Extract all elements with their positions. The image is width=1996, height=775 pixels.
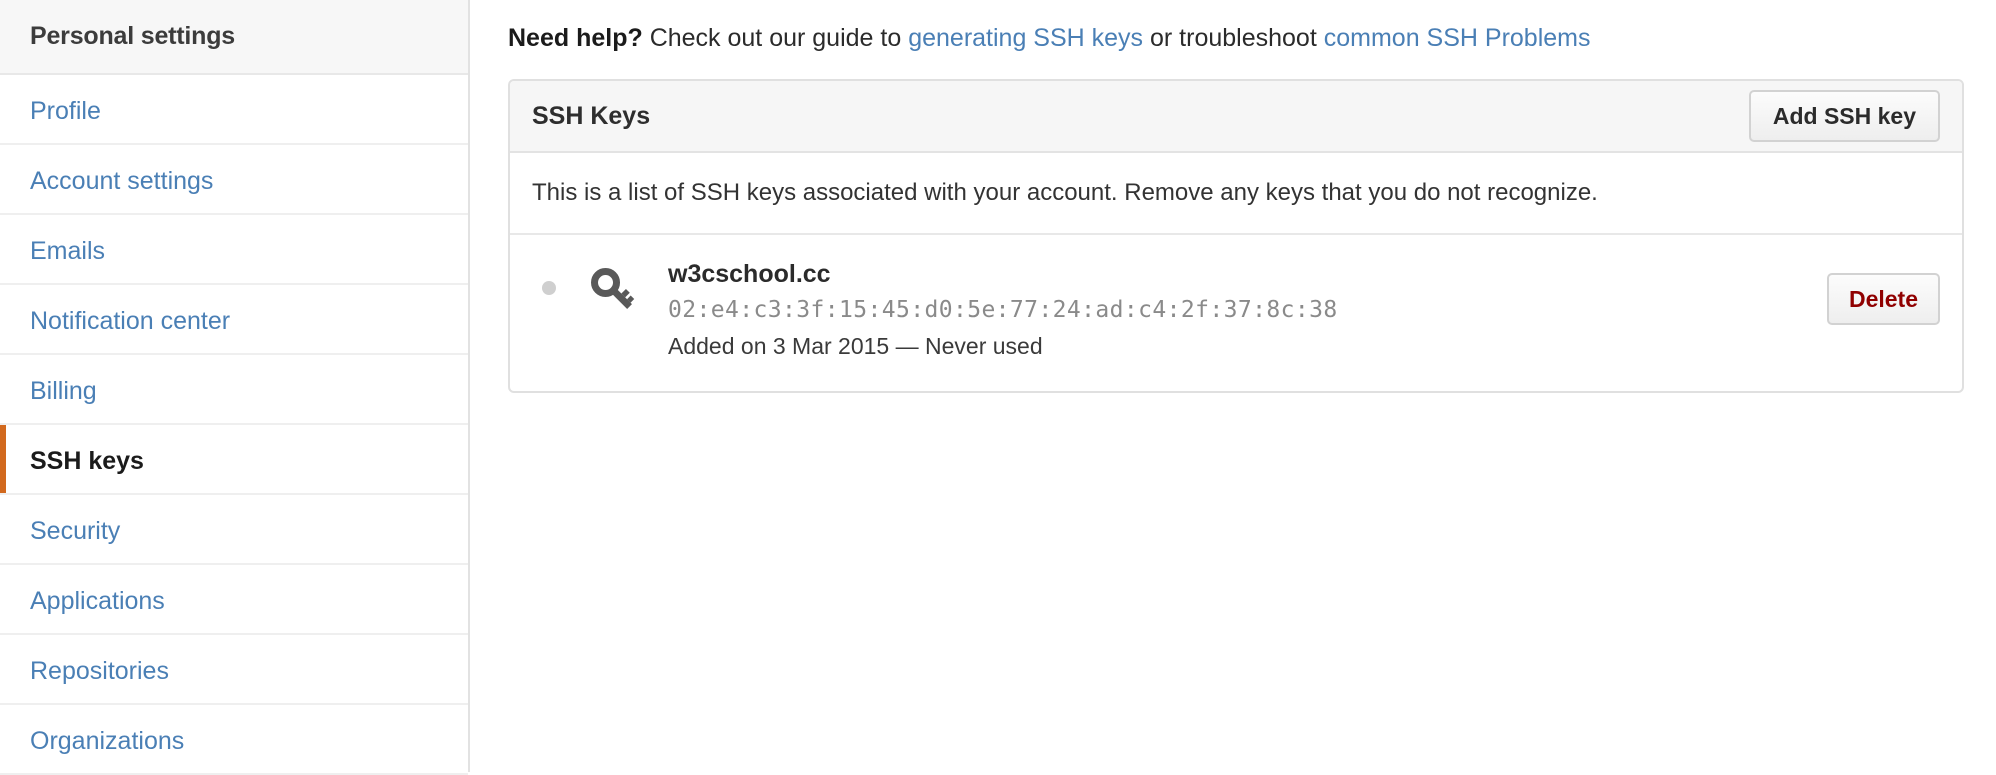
add-ssh-key-button[interactable]: Add SSH key bbox=[1748, 90, 1940, 142]
help-text: Need help? Check out our guide to genera… bbox=[470, 0, 1996, 53]
help-text-2: or troubleshoot bbox=[1143, 24, 1324, 52]
key-fingerprint: 02:e4:c3:3f:15:45:d0:5e:77:24:ad:c4:2f:3… bbox=[668, 297, 1338, 323]
ssh-key-row: w3cschool.cc 02:e4:c3:3f:15:45:d0:5e:77:… bbox=[510, 235, 1962, 391]
sidebar: Personal settings Profile Account settin… bbox=[0, 0, 470, 775]
sidebar-item-ssh-keys[interactable]: SSH keys bbox=[0, 425, 468, 495]
sidebar-item-repositories[interactable]: Repositories bbox=[0, 635, 468, 705]
key-actions: Delete bbox=[1826, 259, 1940, 325]
settings-page: Personal settings Profile Account settin… bbox=[0, 0, 1996, 775]
sidebar-item-profile[interactable]: Profile bbox=[0, 75, 468, 145]
sidebar-item-organizations[interactable]: Organizations bbox=[0, 705, 468, 775]
sidebar-header: Personal settings bbox=[0, 0, 468, 75]
common-ssh-problems-link[interactable]: common SSH Problems bbox=[1324, 24, 1591, 52]
sidebar-item-security[interactable]: Security bbox=[0, 495, 468, 565]
panel-title: SSH Keys bbox=[532, 101, 651, 130]
generating-ssh-keys-link[interactable]: generating SSH keys bbox=[908, 24, 1143, 52]
delete-key-button[interactable]: Delete bbox=[1826, 273, 1940, 325]
help-text-1: Check out our guide to bbox=[642, 24, 909, 52]
sidebar-item-applications[interactable]: Applications bbox=[0, 565, 468, 635]
panel-description: This is a list of SSH keys associated wi… bbox=[510, 153, 1962, 235]
sidebar-item-notification-center[interactable]: Notification center bbox=[0, 285, 468, 355]
key-info: w3cschool.cc 02:e4:c3:3f:15:45:d0:5e:77:… bbox=[668, 259, 1827, 361]
key-icon bbox=[588, 265, 640, 317]
key-status-dot bbox=[542, 281, 556, 295]
help-lead: Need help? bbox=[508, 24, 643, 52]
ssh-keys-panel: SSH Keys Add SSH key This is a list of S… bbox=[508, 79, 1964, 393]
main-content: Need help? Check out our guide to genera… bbox=[470, 0, 1996, 772]
key-name: w3cschool.cc bbox=[668, 260, 831, 288]
key-meta: Added on 3 Mar 2015 — Never used bbox=[668, 333, 1043, 359]
sidebar-item-account-settings[interactable]: Account settings bbox=[0, 145, 468, 215]
sidebar-item-billing[interactable]: Billing bbox=[0, 355, 468, 425]
panel-header: SSH Keys Add SSH key bbox=[510, 81, 1962, 153]
sidebar-item-emails[interactable]: Emails bbox=[0, 215, 468, 285]
